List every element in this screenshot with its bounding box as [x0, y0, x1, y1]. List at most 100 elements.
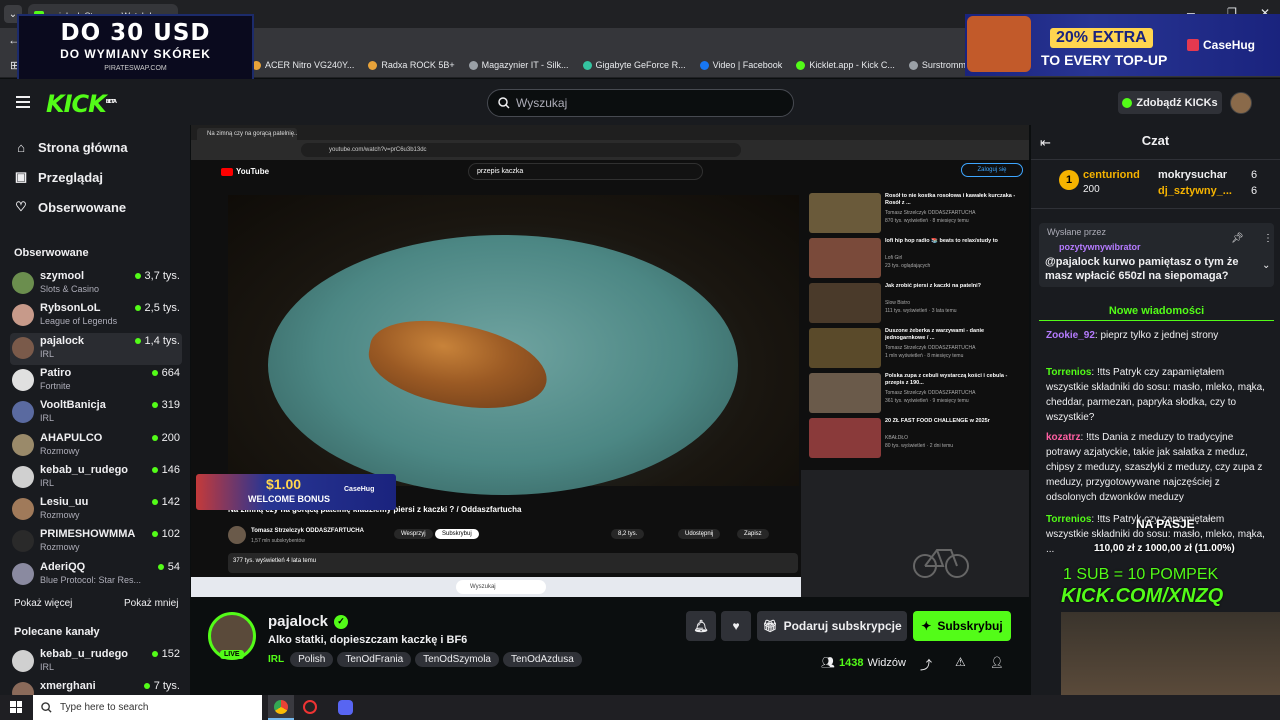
stream-tag[interactable]: TenOdSzymola [415, 652, 499, 667]
channel-item[interactable]: kebab_u_rudego IRL 146 [10, 462, 182, 494]
youtube-rec-channel: Lofi Girl [885, 255, 903, 261]
search-input[interactable]: Wyszukaj [487, 89, 794, 117]
promo-right-badge: 20% EXTRA [1050, 28, 1153, 48]
youtube-rec-stats: 1 mln wyświetleń · 8 miesięcy temu [885, 353, 964, 359]
channel-category: Rozmowy [40, 510, 80, 521]
channel-avatar [12, 401, 34, 424]
show-more-link[interactable]: Pokaż więcej [14, 598, 72, 609]
live-dot-icon [151, 466, 158, 473]
bookmark-item[interactable]: Gigabyte GeForce R... [582, 60, 686, 70]
channel-category: Rozmowy [40, 445, 80, 456]
follow-heart-button[interactable]: ♥ [721, 611, 751, 641]
youtube-rec-channel: Tomasz Strzelczyk ODDASZFARTUCHA [885, 345, 976, 351]
channel-item[interactable]: AderiQQ Blue Protocol: Star Res... 54 [10, 559, 182, 591]
stream-tag[interactable]: TenOdAzdusa [502, 652, 582, 667]
nav-item[interactable]: ▣ Przeglądaj [0, 163, 190, 191]
channel-name: kebab_u_rudego [40, 648, 129, 660]
taskbar-obs-icon[interactable] [303, 700, 317, 714]
viewer-count-number: 1438 [838, 656, 864, 669]
hamburger-menu-icon[interactable] [16, 96, 30, 108]
leader-3-name[interactable]: dj_sztywny_... [1158, 185, 1232, 197]
subscribe-button[interactable]: ✦ Subskrybuj [913, 611, 1011, 641]
bookmark-item[interactable]: ACER Nitro VG240Y... [252, 60, 354, 70]
more-options-icon[interactable]: ⋮ [1263, 233, 1273, 244]
channel-item[interactable]: Patiro Fortnite 664 [10, 365, 182, 397]
taskbar-discord-icon[interactable] [338, 700, 353, 715]
chat-panel: ⇤ Czat 1 centuriond 200 mokrysuchar 6 dj… [1031, 125, 1280, 695]
channel-item[interactable]: szymool Slots & Casino 3,7 tys. [10, 268, 182, 300]
nav-item-label: Przeglądaj [38, 169, 104, 185]
expand-pinned-icon[interactable]: ⌄ [1262, 260, 1270, 271]
chat-title: Czat [1141, 133, 1170, 148]
bonus-brand: CaseHug [344, 486, 375, 493]
bookmark-label: Gigabyte GeForce R... [595, 60, 686, 70]
nav-item[interactable]: ♡ Obserwowane [0, 193, 190, 221]
channel-item[interactable]: VooltBanicja IRL 319 [10, 397, 182, 429]
stream-category[interactable]: IRL [268, 654, 284, 665]
promo-left-site: PIRATESWAP.COM [104, 65, 167, 72]
gift-box-icon [967, 16, 1031, 72]
show-less-link[interactable]: Pokaż mniej [124, 598, 178, 609]
bookmark-favicon-icon [468, 60, 478, 70]
home-icon: ⌂ [17, 139, 25, 155]
channel-viewers: 200 [151, 432, 180, 444]
chat-username[interactable]: Torrenios [1046, 514, 1091, 525]
bookmark-item[interactable]: Magazynier IT - Silk... [468, 60, 569, 70]
bookmark-item[interactable]: Video | Facebook [699, 60, 782, 70]
streamer-name[interactable]: pajalock [268, 613, 328, 630]
gift-sub-button[interactable]: 🎁︎ Podaruj subskrypcje [757, 611, 907, 641]
youtube-rec-title: Duszone żeberka z warzywami - danie jedn… [885, 328, 985, 341]
leader-1-name[interactable]: centuriond [1083, 169, 1140, 181]
get-kicks-button[interactable]: Zdobądź KICKs [1118, 91, 1222, 114]
channel-category: Rozmowy [40, 542, 80, 553]
pin-icon[interactable]: 📌︎ [1231, 233, 1244, 244]
stream-tag[interactable]: Polish [290, 652, 334, 667]
channel-avatar [12, 650, 34, 672]
chat-username[interactable]: kozatrz [1046, 432, 1080, 443]
taskbar-search-icon [41, 702, 52, 713]
windows-start-icon[interactable] [10, 701, 22, 713]
channel-category: Blue Protocol: Star Res... [40, 574, 142, 585]
stream-title: Alko statki, dopieszczam kaczkę i BF6 [268, 634, 468, 646]
youtube-rec-stats: 361 tys. wyświetleń · 9 miesięcy temu [885, 398, 969, 404]
viewers-icon: 👥︎ [821, 657, 835, 669]
notification-bell-button[interactable]: 🔔︎ [686, 611, 716, 641]
nav-item[interactable]: ⌂ Strona główna [0, 133, 190, 161]
captured-url: youtube.com/watch?v=prC6u3b13dc [301, 143, 741, 157]
new-messages-divider[interactable]: Nowe wiadomości [1039, 305, 1274, 321]
share-icon[interactable]: ⤴ [920, 656, 932, 673]
channel-item[interactable]: Lesiu_uu Rozmowy 142 [10, 494, 182, 526]
channel-item[interactable]: pajalock IRL 1,4 tys. [10, 332, 182, 365]
channel-item[interactable]: kebab_u_rudego IRL 152 [10, 646, 182, 678]
taskbar-chrome-icon[interactable] [268, 695, 294, 720]
bookmark-item[interactable]: Kicklet.app - Kick C... [796, 60, 895, 70]
stream-video-player[interactable]: Na zimną czy na gorącą patelnię... youtu… [191, 125, 1029, 597]
youtube-sidebar: Zaloguj się Rosół to nie kostka rosołowa… [801, 160, 1029, 597]
channel-name: kebab_u_rudego [40, 463, 129, 476]
channel-name: AHAPULCO [40, 431, 103, 444]
youtube-rec-thumbnail [809, 193, 881, 233]
chat-username[interactable]: Zookie_92 [1046, 330, 1095, 341]
report-icon[interactable]: ⚠ [955, 655, 966, 669]
rank-badge: 1 [1059, 170, 1079, 190]
stream-tag[interactable]: TenOdFrania [337, 652, 412, 667]
channel-name: pajalock [40, 334, 85, 347]
youtube-search: przepis kaczka [468, 163, 703, 180]
bonus-amount: $1.00 [266, 476, 302, 492]
leader-2-name[interactable]: mokrysuchar [1158, 169, 1227, 181]
live-dot-icon [151, 402, 158, 409]
kick-logo[interactable]: KICKBETA [46, 90, 117, 118]
recommended-section-title: Polecane kanały [14, 626, 100, 638]
profile-card-icon[interactable]: 👤︎ [990, 656, 1004, 669]
channel-item[interactable]: RybsonLoL League of Legends 2,5 tys. [10, 300, 182, 332]
pinned-user[interactable]: pozytywnywibrator [1059, 242, 1141, 252]
taskbar-search-box[interactable]: Type here to search [33, 695, 262, 720]
chat-username[interactable]: Torrenios [1046, 367, 1091, 378]
youtube-rec-channel: Tomasz Strzelczyk ODDASZFARTUCHA [885, 210, 976, 216]
bell-icon: 🔔︎ [693, 619, 709, 633]
user-avatar[interactable] [1230, 92, 1252, 114]
welcome-bonus-banner: $1.00 WELCOME BONUS CaseHug [196, 474, 396, 510]
channel-item[interactable]: AHAPULCO Rozmowy 200 [10, 430, 182, 462]
channel-item[interactable]: PRIMESHOWMMA Rozmowy 102 [10, 526, 182, 558]
bookmark-item[interactable]: Radxa ROCK 5B+ [368, 60, 455, 70]
